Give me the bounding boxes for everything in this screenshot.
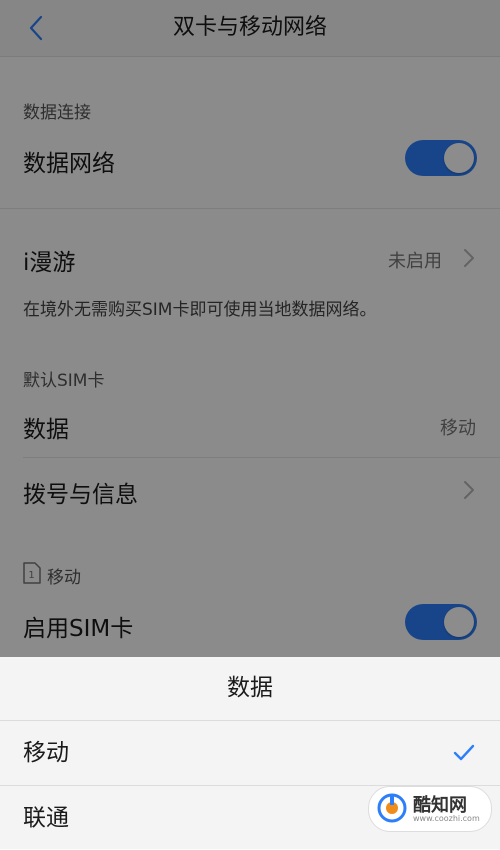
check-icon [453, 744, 475, 761]
settings-screen: 双卡与移动网络 数据连接 数据网络 i漫游 未启用 在境外无需购买SIM卡即可使… [0, 0, 500, 849]
option-mobile[interactable]: 移动 [0, 721, 500, 785]
coozhi-watermark: 酷知网 www.coozhi.com [368, 786, 492, 832]
coozhi-logo-icon [377, 793, 407, 823]
watermark-url: www.coozhi.com [413, 814, 480, 823]
modal-scrim[interactable] [0, 0, 500, 657]
sheet-title: 数据 [0, 657, 500, 721]
option-label: 联通 [23, 805, 69, 831]
option-label: 移动 [23, 740, 69, 766]
